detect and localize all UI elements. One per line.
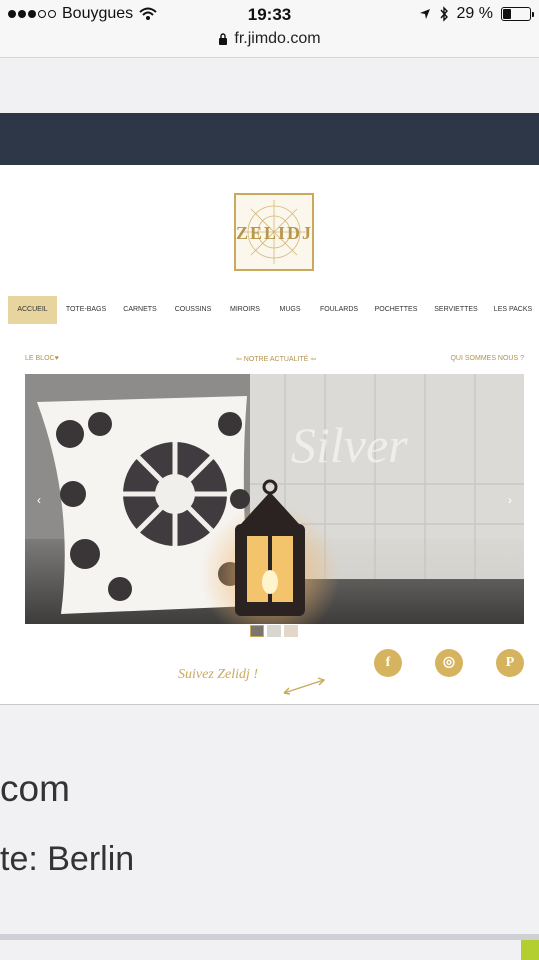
slider-thumbnails — [250, 625, 298, 637]
page-text-line-1: com — [0, 768, 70, 809]
thumbnail-1[interactable] — [250, 625, 264, 637]
location-arrow-icon — [419, 9, 430, 19]
slider-photo: Silver — [25, 374, 524, 624]
pinterest-icon[interactable]: P — [496, 649, 524, 677]
logo-text: ZELIDJ — [236, 223, 314, 243]
url-bar[interactable]: fr.jimdo.com — [0, 30, 539, 48]
menu-item-coussins[interactable]: COUSSINS — [172, 296, 214, 324]
menu-item-tote-bags[interactable]: TOTE-BAGS — [64, 296, 108, 324]
menu-item-pochettes[interactable]: POCHETTES — [372, 296, 420, 324]
page-text-line-2: te: Berlin — [0, 840, 135, 878]
instagram-icon[interactable]: ◎ — [435, 649, 463, 677]
menu-item-mugs[interactable]: MUGS — [276, 296, 304, 324]
site-menu: ACCUEIL TOTE-BAGS CARNETS COUSSINS MIROI… — [0, 296, 539, 324]
url-text: fr.jimdo.com — [234, 30, 321, 47]
menu-item-accueil[interactable]: ACCUEIL — [8, 296, 57, 324]
menu-item-carnets[interactable]: CARNETS — [120, 296, 160, 324]
arrow-decoration-icon — [283, 677, 326, 695]
facebook-icon[interactable]: f — [374, 649, 402, 677]
accent-bar — [521, 940, 539, 960]
thumbnail-2[interactable] — [267, 625, 281, 637]
follow-text: Suivez Zelidj ! — [178, 667, 259, 682]
zelidj-logo[interactable]: ZELIDJ — [234, 193, 314, 271]
menu-item-foulards[interactable]: FOULARDS — [317, 296, 361, 324]
site-header-band — [0, 113, 539, 165]
site-preview[interactable]: ZELIDJ ACCUEIL TOTE-BAGS CARNETS COUSSIN… — [0, 165, 539, 705]
slider-next-icon[interactable]: › — [504, 494, 516, 506]
thumbnail-3[interactable] — [284, 625, 298, 637]
status-right: 29 % — [419, 5, 534, 23]
subnav-about-link[interactable]: QUI SOMMES NOUS ? — [450, 355, 524, 362]
lock-icon — [219, 33, 228, 45]
battery-percent: 29 % — [456, 5, 493, 22]
slider-caption: Silver — [291, 417, 408, 473]
image-slider[interactable]: Silver ‹ › — [25, 374, 524, 624]
bluetooth-icon — [439, 6, 448, 22]
menu-item-les-packs[interactable]: LES PACKS — [492, 296, 534, 324]
screen: { "status": { "carrier": "Bouygues", "ti… — [0, 0, 539, 960]
browser-status-bar: Bouygues 19:33 29 % fr.jimdo.com — [0, 0, 539, 58]
slider-prev-icon[interactable]: ‹ — [33, 494, 45, 506]
divider — [0, 934, 539, 940]
subnav-news-link[interactable]: ⇦ NOTRE ACTUALITÉ ⇦ — [236, 355, 316, 363]
menu-item-serviettes[interactable]: SERVIETTES — [432, 296, 480, 324]
battery-icon — [501, 7, 534, 21]
menu-item-miroirs[interactable]: MIROIRS — [228, 296, 262, 324]
subnav-blog-link[interactable]: LE BLOC♥ — [25, 355, 59, 362]
